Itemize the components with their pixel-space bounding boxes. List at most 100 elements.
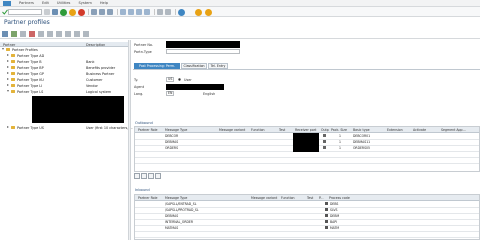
cell-process-code: DEBS [330, 202, 339, 206]
find-icon[interactable] [99, 9, 105, 15]
cell-pack-size: 1 [339, 140, 341, 144]
menu-bar: Partners Edit Utilities System Help [0, 0, 480, 7]
outbound-details-button[interactable] [155, 173, 161, 179]
save-icon[interactable] [52, 9, 58, 15]
last-page-icon[interactable] [144, 9, 150, 15]
collapse-icon[interactable] [2, 48, 4, 51]
tree-item-bp[interactable]: Partner Type BP Benefits provider [0, 65, 128, 71]
cell-message-type: DEBCOR [165, 134, 179, 138]
expand-all-icon[interactable] [56, 31, 62, 37]
create-icon[interactable] [11, 31, 17, 37]
col-basic-type: Basic type [353, 128, 370, 132]
tree-item-label: Partner Type US [17, 125, 44, 130]
toolbar-separator [154, 9, 155, 15]
first-page-icon[interactable] [120, 9, 126, 15]
output-mode-icon [323, 134, 326, 137]
col-activate: Activate [413, 128, 427, 132]
display-change-icon[interactable] [2, 31, 8, 37]
delete-icon[interactable] [29, 31, 35, 37]
new-session-icon[interactable] [157, 9, 163, 15]
ty-field[interactable]: US [166, 77, 174, 82]
menu-partners[interactable]: Partners [19, 1, 34, 5]
process-icon [325, 208, 328, 211]
outbound-table: Partner Role Message Type Message varian… [134, 126, 480, 172]
tree-col-description: Description [86, 42, 106, 47]
redacted-block [32, 96, 124, 123]
tree-root[interactable]: Partner Profiles [0, 47, 128, 53]
pane-splitter[interactable] [128, 40, 131, 240]
settings-icon[interactable] [205, 8, 212, 16]
exit-icon[interactable] [69, 8, 76, 16]
outbound-create-button[interactable] [134, 173, 140, 179]
process-icon [325, 202, 328, 205]
expand-icon[interactable] [7, 84, 9, 87]
shortcut-icon[interactable] [165, 9, 171, 15]
cell-process-code: MATM [330, 226, 340, 230]
expand-icon[interactable] [7, 54, 9, 57]
collapse-icon[interactable] [7, 90, 9, 93]
tree-item-label: Partner Type B [17, 59, 42, 64]
agent-field[interactable] [166, 84, 224, 90]
folder-icon [11, 84, 15, 87]
lang-field[interactable]: EN [166, 91, 174, 96]
toolbar-separator [88, 9, 89, 15]
col-partner-role: Partner Role [138, 196, 158, 200]
col-process-code: Process code [329, 196, 350, 200]
print-icon[interactable] [91, 9, 97, 15]
menu-edit[interactable]: Edit [42, 1, 49, 5]
tree-item-ku[interactable]: Partner Type KU Customer [0, 77, 128, 83]
standard-toolbar [0, 7, 480, 17]
expand-icon[interactable] [7, 66, 9, 69]
outbound-display-button[interactable] [141, 173, 147, 179]
tree-item-desc: Bank [86, 59, 95, 64]
tree-item-gp[interactable]: Partner Type GP Business Partner [0, 71, 128, 77]
refresh-icon[interactable] [47, 31, 53, 37]
tree-item-us[interactable]: Partner Type US User (first 10 character… [0, 125, 133, 131]
find-next-icon[interactable] [107, 9, 113, 15]
page-title: Partner profiles [4, 19, 50, 26]
col-extension: Extension [387, 128, 403, 132]
filter-icon[interactable] [74, 31, 80, 37]
menu-help[interactable]: Help [100, 1, 108, 5]
folder-icon [11, 78, 15, 81]
collapse-all-icon[interactable] [65, 31, 71, 37]
folder-open-icon [6, 48, 10, 51]
outbound-delete-button[interactable] [148, 173, 154, 179]
expand-icon[interactable] [7, 72, 9, 75]
radio-icon[interactable] [178, 78, 181, 81]
col-partner-role: Partner Role [138, 128, 158, 132]
process-icon [325, 220, 328, 223]
print-list-icon[interactable] [83, 31, 89, 37]
tree-item-ls[interactable]: Partner Type LS Logical system [0, 89, 128, 95]
command-dropdown-icon[interactable] [44, 9, 50, 15]
tree-item-desc: Benefits provider [86, 65, 116, 70]
tree-item-ad[interactable]: Partner Type AD [0, 53, 128, 59]
command-field[interactable] [8, 9, 42, 15]
expand-icon[interactable] [7, 60, 9, 63]
expand-icon[interactable] [7, 126, 9, 129]
next-page-icon[interactable] [136, 9, 142, 15]
back-icon[interactable] [60, 8, 67, 16]
tree-item-b[interactable]: Partner Type B Bank [0, 59, 128, 65]
agent-label: Agent [134, 85, 145, 89]
inbound-header: Partner Role Message Type Message varian… [135, 195, 479, 201]
partner-no-field[interactable] [166, 41, 240, 48]
tab-panel: Ty. US User Agent Lang. EN English [133, 69, 480, 100]
previous-page-icon[interactable] [128, 9, 134, 15]
col-segment-app: Segment App... [441, 128, 466, 132]
tree-item-label: Partner Type LS [17, 89, 44, 94]
check-icon[interactable] [38, 31, 44, 37]
customize-layout-icon[interactable] [195, 8, 202, 16]
folder-icon [11, 126, 15, 129]
partn-type-field[interactable] [166, 49, 240, 54]
cancel-icon[interactable] [78, 8, 85, 16]
menu-utilities[interactable]: Utilities [57, 1, 71, 5]
help-icon[interactable] [178, 8, 185, 16]
sap-logo-icon[interactable] [3, 0, 11, 6]
expand-icon[interactable] [7, 78, 9, 81]
copy-icon[interactable] [20, 31, 26, 37]
menu-system[interactable]: System [78, 1, 91, 5]
col-pack-size: Pack. Size [331, 128, 347, 132]
tree-item-li[interactable]: Partner Type LI Vendor [0, 83, 128, 89]
row-divider [135, 163, 479, 164]
